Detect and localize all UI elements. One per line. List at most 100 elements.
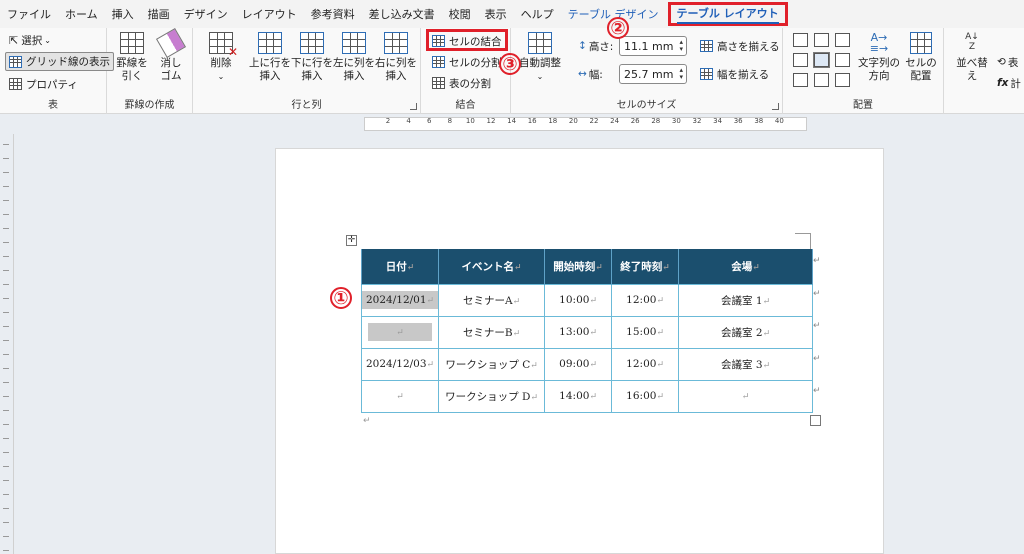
insert-below-button[interactable]: 下に行を 挿入 [291, 32, 333, 83]
select-button[interactable]: ⇱ 選択 ⌄ [6, 31, 54, 49]
header-end[interactable]: 終了時刻↵ [611, 249, 680, 284]
width-input[interactable]: 25.7 mm ▴ ▾ [619, 64, 687, 84]
align-cell-button[interactable] [793, 53, 808, 67]
split-table-button[interactable]: 表の分割 [429, 74, 494, 92]
text-direction-button[interactable]: A→ ≡→ 文字列の 方向 [857, 32, 901, 83]
menu-help[interactable]: ヘルプ [514, 0, 561, 28]
sort-az-icon: A↓ Z [965, 32, 979, 52]
menu-references[interactable]: 参考資料 [304, 0, 362, 28]
vertical-ruler-tick [3, 144, 9, 145]
table-cell[interactable]: ワークショップ C↵ [438, 347, 546, 381]
align-cell-button[interactable] [793, 73, 808, 87]
menu-design[interactable]: デザイン [177, 0, 235, 28]
table-cell[interactable]: 10:00↵ [544, 283, 613, 317]
menu-home[interactable]: ホーム [58, 0, 105, 28]
menu-mailings[interactable]: 差し込み文書 [362, 0, 442, 28]
launcher-icon[interactable] [410, 103, 417, 110]
formula-button[interactable]: fx 計 [994, 74, 1024, 92]
insert-above-button[interactable]: 上に行を 挿入 [249, 32, 291, 83]
grid-icon [9, 55, 22, 68]
gridlines-toggle[interactable]: グリッド線の表示 [5, 52, 114, 71]
header-date[interactable]: 日付↵ [360, 249, 440, 284]
table-cell[interactable]: ワークショップ D↵ [438, 379, 546, 413]
align-cell-button[interactable] [835, 73, 850, 87]
table-cell[interactable]: 2024/12/03↵ [360, 347, 440, 381]
group-data: A↓ Z 並べ替え ⟲ 表 fx 計 [944, 28, 1024, 114]
ruler-tick-label: 10 [465, 117, 475, 125]
table-cell[interactable]: ↵ [678, 379, 814, 413]
align-cell-button[interactable] [835, 53, 850, 67]
align-cell-button[interactable] [814, 33, 829, 47]
table-cell[interactable]: セミナーB↵ [438, 315, 546, 349]
table-cell[interactable]: 会議室 1↵ [678, 283, 814, 317]
repeat-header-button[interactable]: ⟲ 表 [994, 53, 1021, 71]
insert-col-right-icon [384, 32, 408, 54]
insert-left-button[interactable]: 左に列を 挿入 [333, 32, 375, 83]
ruler-tick-label: 40 [774, 117, 784, 125]
table-cell[interactable]: 13:00↵ [544, 315, 613, 349]
distribute-rows-button[interactable]: 高さを揃える [697, 37, 783, 55]
row-end-mark: ↵ [813, 386, 821, 396]
delete-button[interactable]: ✕ 削除 ⌄ [201, 32, 241, 83]
badge-two: ② [607, 17, 629, 39]
table-cell[interactable]: 15:00↵ [611, 315, 680, 349]
eraser-button[interactable]: 消し ゴム [153, 27, 189, 83]
table-cell[interactable]: 12:00↵ [611, 283, 680, 317]
align-cell-button[interactable] [813, 52, 830, 68]
align-cell-button[interactable] [793, 33, 808, 47]
table-cell[interactable]: セミナーA↵ [438, 283, 546, 317]
menu-draw[interactable]: 描画 [141, 0, 177, 28]
properties-icon [9, 78, 22, 90]
draw-table-button[interactable]: 罫線を 引く [113, 32, 151, 83]
ruler-tick-label: 16 [527, 117, 537, 125]
table-cell[interactable]: 会議室 2↵ [678, 315, 814, 349]
cell-date-selected-empty[interactable]: ↵ [360, 315, 440, 349]
vertical-ruler-tick [3, 522, 9, 523]
table-cell[interactable]: 14:00↵ [544, 379, 613, 413]
table-cell[interactable]: 12:00↵ [611, 347, 680, 381]
table-cell[interactable]: 09:00↵ [544, 347, 613, 381]
align-cell-button[interactable] [835, 33, 850, 47]
table-move-handle[interactable]: ✛ [346, 235, 357, 246]
vertical-ruler-tick [3, 508, 9, 509]
header-start[interactable]: 開始時刻↵ [544, 249, 613, 284]
table-cell[interactable]: 16:00↵ [611, 379, 680, 413]
spin-arrows-icon[interactable]: ▴ ▾ [679, 67, 683, 81]
header-event[interactable]: イベント名↵ [438, 249, 546, 284]
header-venue[interactable]: 会場↵ [678, 249, 814, 284]
table-cell[interactable]: ↵ [360, 379, 440, 413]
split-cells-label: セルの分割 [449, 56, 502, 69]
text-direction-label-1: 文字列の [858, 57, 900, 69]
delete-table-icon: ✕ [209, 32, 238, 59]
distribute-rows-label: 高さを揃える [717, 40, 780, 53]
launcher-icon[interactable] [772, 103, 779, 110]
autofit-button[interactable]: 自動調整 ⌄ [517, 32, 563, 83]
row-end-mark: ↵ [813, 321, 821, 331]
distribute-cols-label: 幅を揃える [717, 68, 770, 81]
vertical-ruler-tick [3, 354, 9, 355]
split-cells-button[interactable]: セルの分割 [429, 53, 505, 71]
group-cell-size-label: セルのサイズ [616, 100, 677, 111]
sort-button[interactable]: A↓ Z 並べ替え [952, 32, 992, 83]
sort-label: 並べ替え [956, 57, 988, 82]
menu-file[interactable]: ファイル [0, 0, 58, 28]
height-input[interactable]: 11.1 mm ▴ ▾ [619, 36, 687, 56]
cell-margins-button[interactable]: セルの 配置 [901, 32, 941, 83]
table-cell[interactable]: 会議室 3↵ [678, 347, 814, 381]
height-label-wrap: ↕ 高さ: [575, 37, 616, 55]
vertical-ruler-tick [3, 410, 9, 411]
menu-review[interactable]: 校閲 [442, 0, 478, 28]
table-resize-handle[interactable] [810, 415, 821, 426]
chevron-down-icon: ⌄ [536, 72, 544, 81]
menu-table-layout[interactable]: テーブル レイアウト [667, 2, 788, 26]
cell-date-selected[interactable]: 2024/12/01↵ [360, 283, 440, 317]
properties-button[interactable]: プロパティ [6, 75, 81, 93]
menu-insert[interactable]: 挿入 [105, 0, 141, 28]
distribute-cols-button[interactable]: 幅を揃える [697, 65, 772, 83]
menu-view[interactable]: 表示 [478, 0, 514, 28]
align-cell-button[interactable] [814, 73, 829, 87]
menu-layout[interactable]: レイアウト [235, 0, 304, 28]
document-table[interactable]: 日付↵ イベント名↵ 開始時刻↵ 終了時刻↵ 会場↵ 2024/12/01↵ セ… [360, 249, 814, 413]
insert-right-button[interactable]: 右に列を 挿入 [375, 32, 417, 83]
spin-arrows-icon[interactable]: ▴ ▾ [679, 39, 683, 53]
